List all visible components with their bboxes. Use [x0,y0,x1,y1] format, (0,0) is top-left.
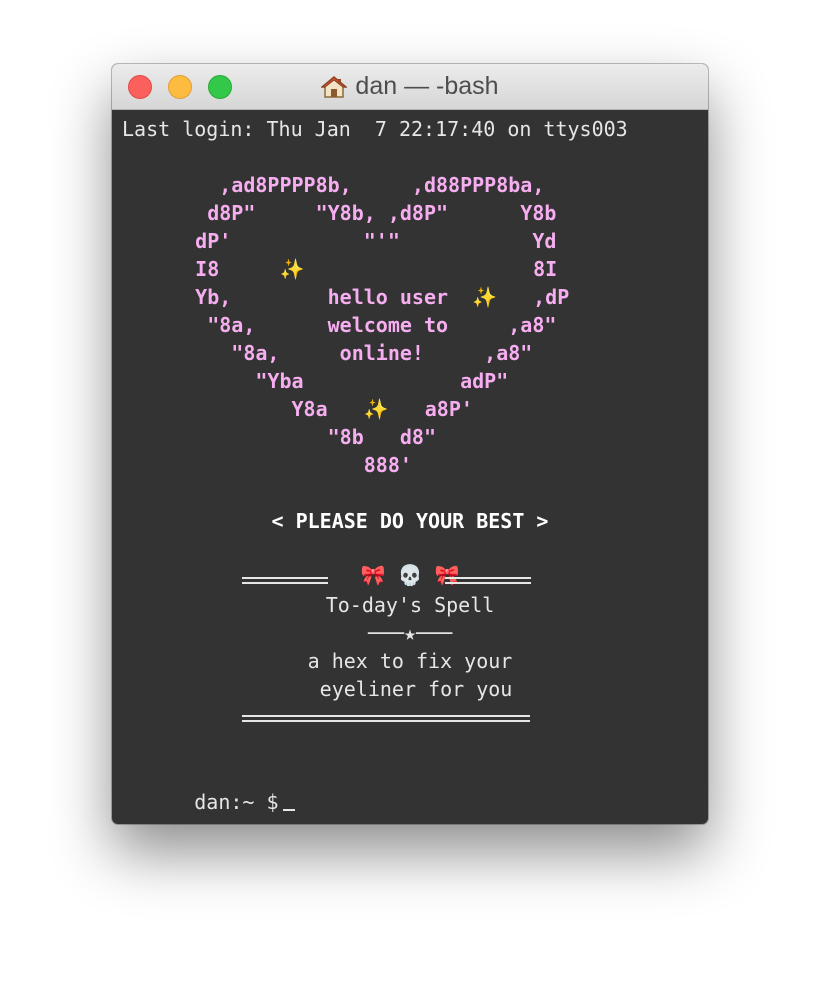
ascii-line: Y8a ✨ a8P' [147,397,473,421]
terminal-window: dan — -bash Last login: Thu Jan 7 22:17:… [112,64,708,824]
motto-text: < PLEASE DO YOUR BEST > [271,509,549,533]
text-cursor [282,809,295,811]
ascii-line: dP' "'" Yd [147,229,557,253]
ascii-line: Yb, hello user ✨ ,dP [147,285,570,309]
spell-bottom-rule [242,715,530,722]
ascii-line: d8P" "Y8b, ,d8P" Y8b [147,201,557,225]
ascii-line: "8a, online! ,a8" [147,341,533,365]
spell-header-emojis: 🎀 💀 🎀 [360,563,460,587]
spell-top-rule-right [445,577,531,584]
spell-line-2: eyeliner for you [307,677,513,701]
window-title: dan — -bash [112,64,708,109]
prompt-text: dan:~ $ [194,790,279,814]
ascii-line: "8b d8" [147,425,436,449]
ascii-line: "8a, welcome to ,a8" [147,313,557,337]
ascii-line: ,ad8PPPP8b, ,d88PPP8ba, [147,173,545,197]
spell-title: To-day's Spell [325,593,495,617]
last-login-line: Last login: Thu Jan 7 22:17:40 on ttys00… [122,117,628,141]
window-title-text: dan — -bash [355,72,499,100]
spell-divider: ───★─── [367,621,453,645]
spell-line-1: a hex to fix your [307,649,513,673]
ascii-line: "Yba adP" [147,369,509,393]
title-bar[interactable]: dan — -bash [112,64,708,110]
shell-prompt[interactable]: dan:~ $ [122,760,295,814]
terminal-content[interactable]: Last login: Thu Jan 7 22:17:40 on ttys00… [112,110,708,824]
home-icon [321,75,348,98]
ascii-line: I8 ✨ 8I [147,257,558,281]
ascii-line: 888' [147,453,412,477]
